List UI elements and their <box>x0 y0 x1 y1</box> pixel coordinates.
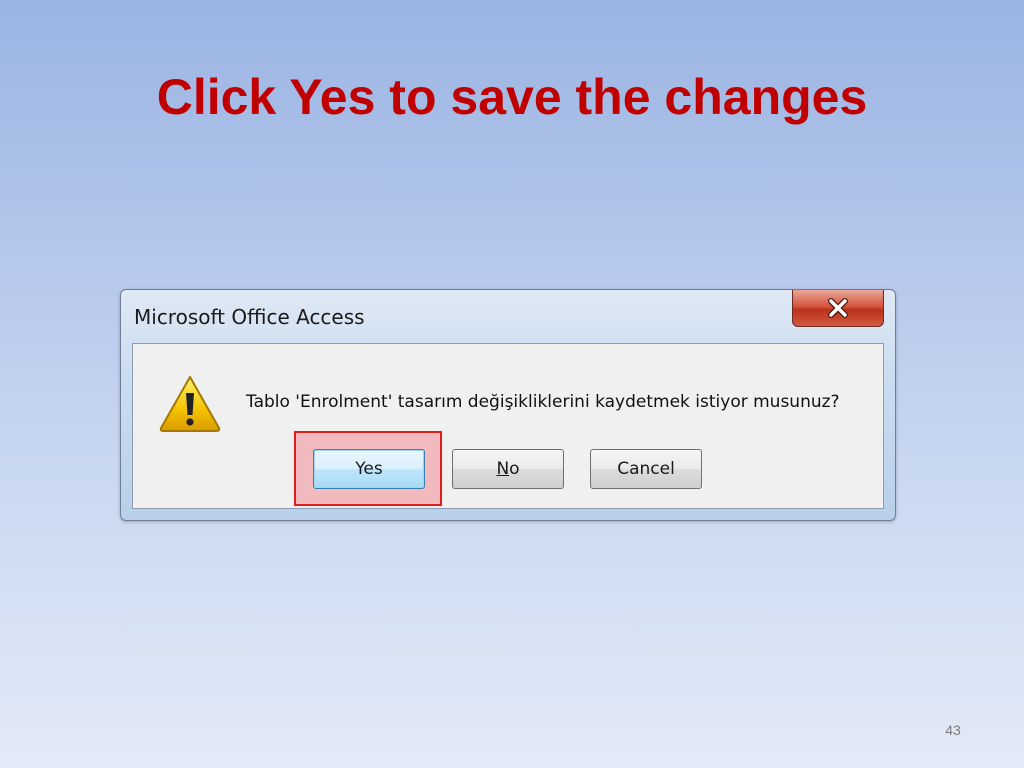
dialog-message: Tablo 'Enrolment' tasarım değişiklikleri… <box>246 392 840 412</box>
dialog-content: Tablo 'Enrolment' tasarım değişiklikleri… <box>132 343 884 509</box>
message-dialog: Microsoft Office Access Tablo 'Enrolment… <box>120 289 896 521</box>
page-number: 43 <box>945 722 961 738</box>
yes-button[interactable]: Yes <box>313 449 425 489</box>
cancel-button[interactable]: Cancel <box>590 449 702 489</box>
warning-icon <box>157 373 223 433</box>
close-button[interactable] <box>792 290 884 327</box>
dialog-title: Microsoft Office Access <box>134 305 365 329</box>
close-x-icon <box>826 298 850 318</box>
no-button-mnemonic: N <box>496 459 510 479</box>
no-button[interactable]: No <box>452 449 564 489</box>
slide-title: Click Yes to save the changes <box>156 69 868 125</box>
no-button-label-rest: o <box>509 459 520 479</box>
